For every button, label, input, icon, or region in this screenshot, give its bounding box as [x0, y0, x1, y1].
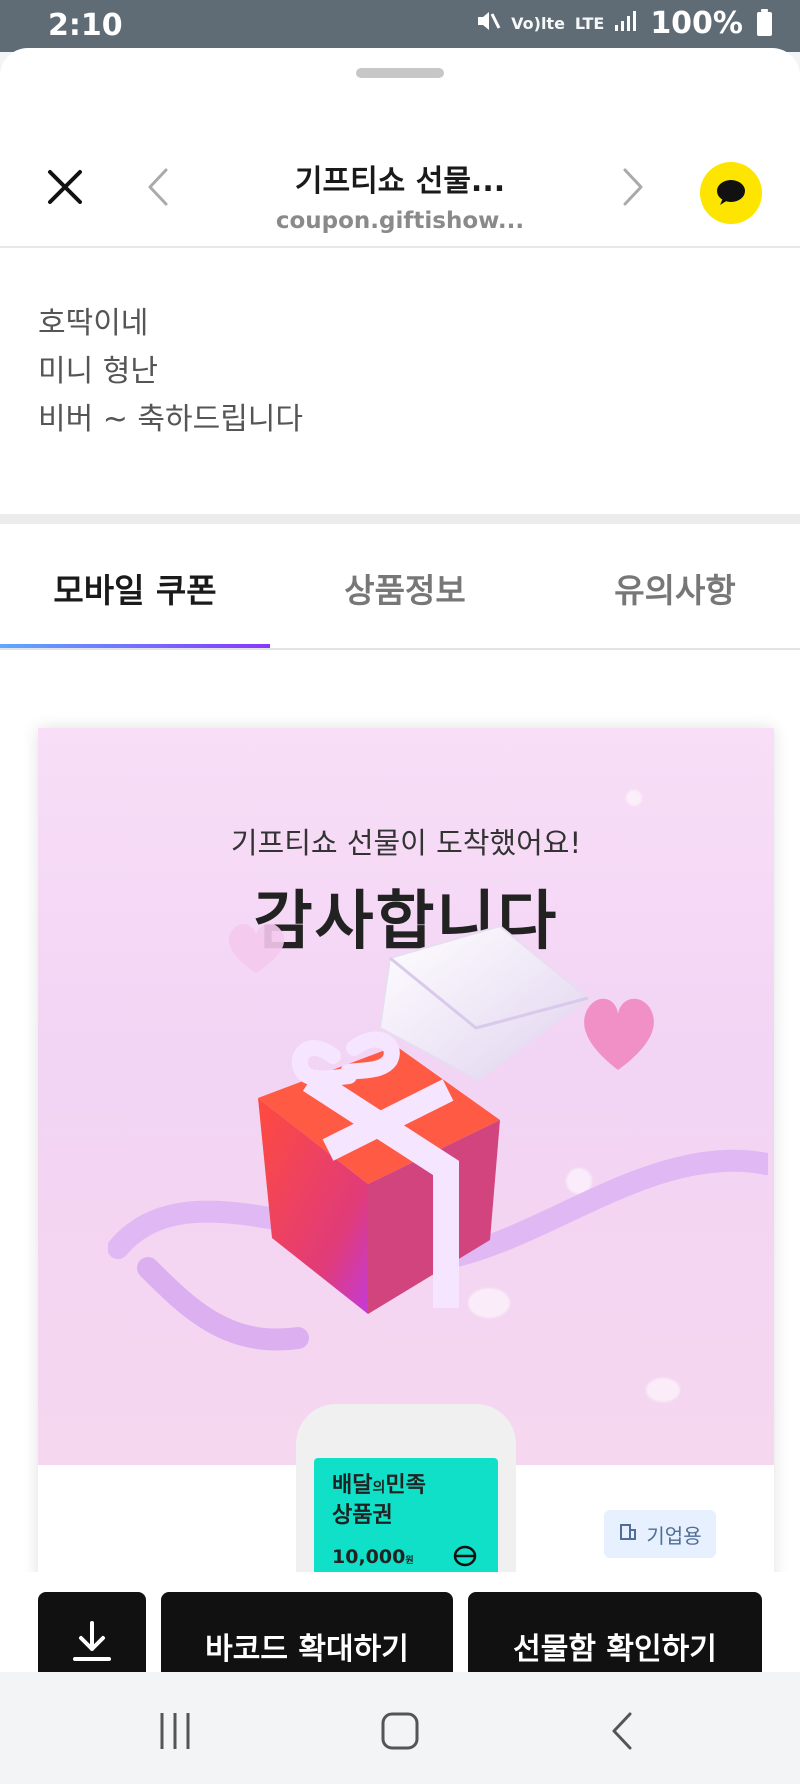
recent-apps-icon[interactable]	[152, 1708, 198, 1754]
mute-icon	[475, 6, 501, 41]
battery-percent: 100%	[650, 6, 743, 41]
page-title: 기프티쇼 선물...	[294, 164, 506, 199]
download-icon	[69, 1619, 115, 1672]
tab-mobile-coupon[interactable]: 모바일 쿠폰	[0, 564, 270, 612]
toolbar-divider	[0, 246, 800, 248]
check-giftbox-button[interactable]: 선물함 확인하기	[468, 1592, 762, 1672]
coupon-hero-image: 기프티쇼 선물이 도착했어요! 감사합니다	[38, 728, 774, 1465]
volte-label: Vo)lte	[511, 14, 565, 33]
message-line: 미니 형난	[38, 354, 158, 389]
tab-divider	[0, 648, 800, 650]
helmet-icon	[452, 1544, 478, 1568]
voucher-brand: 배달의민족 상품권	[332, 1472, 426, 1530]
back-icon[interactable]	[600, 1708, 646, 1754]
voucher-brand-line2: 상품권	[332, 1503, 393, 1528]
status-indicators: Vo)lte LTE 100%	[475, 6, 772, 41]
building-icon	[618, 1522, 638, 1547]
browser-toolbar: 기프티쇼 선물... coupon.giftishow...	[0, 96, 800, 248]
close-icon[interactable]	[44, 166, 86, 208]
browser-sheet: 기프티쇼 선물... coupon.giftishow... 호딱이네 미니 형…	[0, 48, 800, 1672]
voucher-currency: 원	[405, 1556, 414, 1566]
page-url: coupon.giftishow...	[275, 208, 525, 234]
enterprise-badge: 기업용	[604, 1510, 716, 1558]
signal-icon	[614, 6, 640, 41]
heart-icon	[221, 918, 291, 978]
section-divider	[0, 514, 800, 524]
chevron-left-icon[interactable]	[142, 166, 176, 208]
battery-icon	[757, 8, 772, 36]
tab-notice[interactable]: 유의사항	[540, 564, 800, 612]
lte-label: LTE	[574, 14, 605, 33]
voucher-amount: 10,000원	[332, 1546, 414, 1568]
status-time: 2:10	[48, 8, 123, 43]
home-icon[interactable]	[377, 1708, 423, 1754]
coupon-card: 기프티쇼 선물이 도착했어요! 감사합니다 배달의민족 상품권 10,000원 …	[38, 728, 774, 1672]
message-line: 호딱이네	[38, 306, 149, 341]
kakao-chat-icon[interactable]	[700, 162, 762, 224]
voucher-brand-part: 배달	[332, 1473, 373, 1498]
status-bar: 2:10 Vo)lte LTE 100%	[0, 0, 800, 52]
chevron-right-icon[interactable]	[615, 166, 649, 208]
gift-message: 호딱이네 미니 형난 비버 ~ 축하드립니다	[38, 300, 303, 444]
voucher-brand-part: 민족	[385, 1473, 426, 1498]
tab-product-info[interactable]: 상품정보	[270, 564, 540, 612]
hero-subtitle: 기프티쇼 선물이 도착했어요!	[230, 826, 582, 860]
bottom-action-bar: 바코드 확대하기 선물함 확인하기	[0, 1572, 800, 1672]
system-nav-bar	[0, 1672, 800, 1784]
enterprise-badge-label: 기업용	[646, 1523, 702, 1548]
barcode-zoom-button[interactable]: 바코드 확대하기	[161, 1592, 453, 1672]
message-line: 비버 ~ 축하드립니다	[38, 402, 304, 437]
download-button[interactable]	[38, 1592, 146, 1672]
sheet-handle[interactable]	[356, 68, 444, 78]
voucher-brand-part: 의	[372, 1480, 386, 1496]
sparkle-dot	[626, 790, 642, 806]
gift-box-icon	[238, 1028, 518, 1328]
tab-bar: 모바일 쿠폰 상품정보 유의사항	[0, 524, 800, 650]
voucher-amount-value: 10,000	[332, 1546, 406, 1568]
heart-icon	[573, 988, 663, 1078]
